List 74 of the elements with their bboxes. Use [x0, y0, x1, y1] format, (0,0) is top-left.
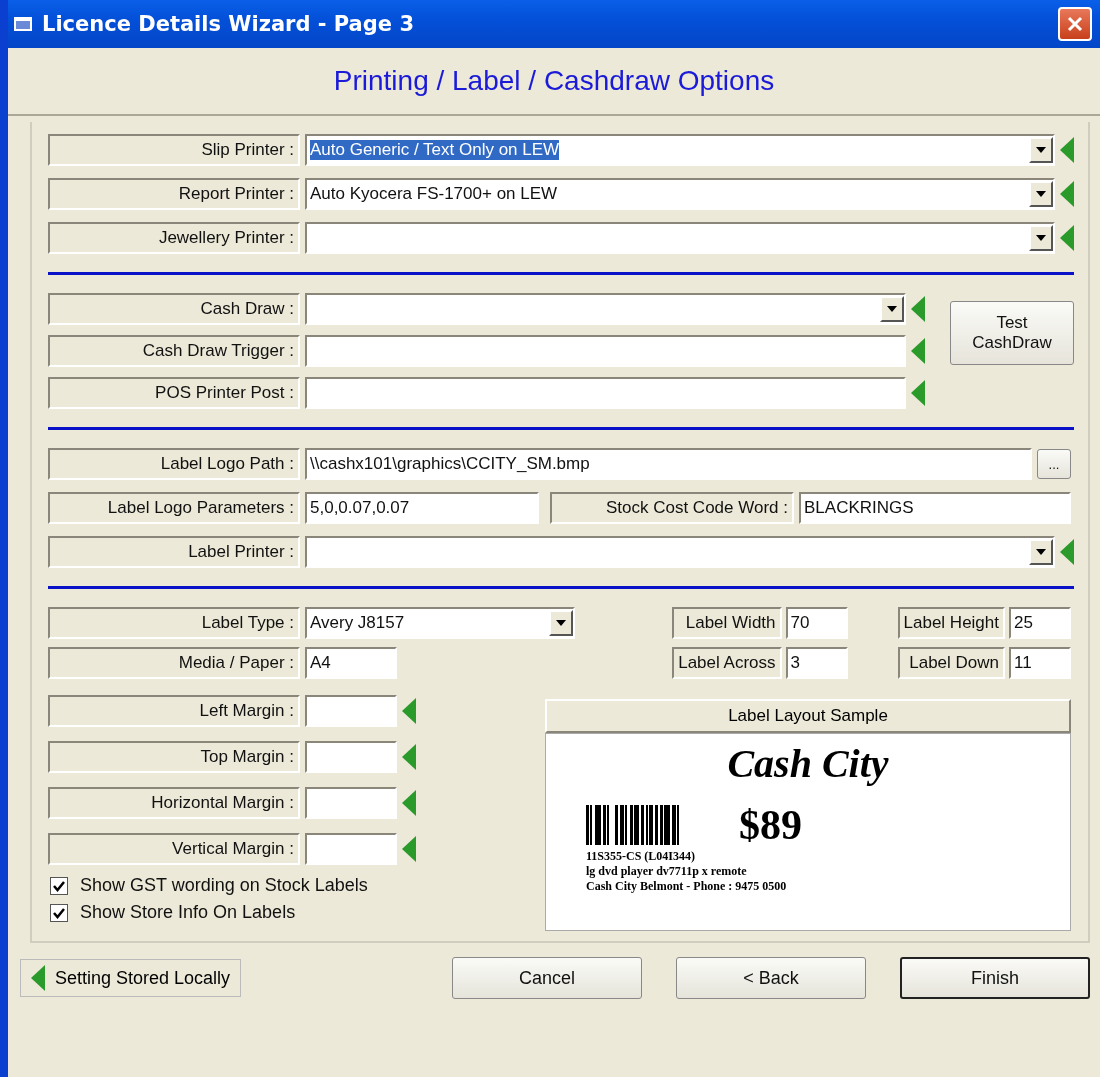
- panel-title: Label Layout Sample: [545, 699, 1071, 733]
- field-label: Label Height: [897, 607, 1005, 639]
- field-label: Report Printer :: [48, 178, 300, 210]
- field-label: Label Across: [672, 647, 782, 679]
- checkbox-label: Show GST wording on Stock Labels: [80, 875, 368, 896]
- input-field[interactable]: 3: [785, 647, 848, 679]
- input-field[interactable]: 70: [785, 607, 848, 639]
- input-field[interactable]: [305, 335, 906, 367]
- caret-icon: [1036, 549, 1046, 555]
- caret-icon: [556, 620, 566, 626]
- dropdown-button[interactable]: [549, 610, 573, 636]
- dropdown-field[interactable]: [305, 222, 1055, 254]
- field-label: Horizontal Margin :: [48, 787, 300, 819]
- field-label: Label Logo Parameters :: [48, 492, 300, 524]
- dropdown-field[interactable]: Avery J8157: [305, 607, 575, 639]
- wizard-button[interactable]: < Back: [676, 957, 866, 999]
- price-text: $89: [739, 801, 802, 849]
- input-field[interactable]: 11: [1009, 647, 1071, 679]
- caret-icon: [1036, 191, 1046, 197]
- dropdown-button[interactable]: [880, 296, 904, 322]
- input-field[interactable]: [305, 787, 397, 819]
- dropdown-button[interactable]: [1029, 539, 1053, 565]
- field-label: Slip Printer :: [48, 134, 300, 166]
- dropdown-field[interactable]: [305, 536, 1055, 568]
- field-label: Label Down: [897, 647, 1005, 679]
- wizard-button[interactable]: Finish: [900, 957, 1090, 999]
- dropdown-field[interactable]: [305, 293, 906, 325]
- local-setting-icon: [31, 965, 45, 991]
- field-label: Stock Cost Code Word :: [550, 492, 794, 524]
- store-info: Cash City Belmont - Phone : 9475 0500: [586, 879, 788, 894]
- input-field[interactable]: \\cashx101\graphics\CCITY_SM.bmp: [305, 448, 1032, 480]
- dropdown-button[interactable]: [1029, 181, 1053, 207]
- dropdown-button[interactable]: [1029, 225, 1053, 251]
- input-field[interactable]: [305, 833, 397, 865]
- browse-button[interactable]: ...: [1037, 449, 1071, 479]
- field-label: Left Margin :: [48, 695, 300, 727]
- field-label: Label Printer :: [48, 536, 300, 568]
- field-label: Label Logo Path :: [48, 448, 300, 480]
- input-field[interactable]: [305, 695, 397, 727]
- field-label: Cash Draw :: [48, 293, 300, 325]
- input-field[interactable]: BLACKRINGS: [799, 492, 1071, 524]
- dropdown-button[interactable]: [1029, 137, 1053, 163]
- input-field[interactable]: [305, 741, 397, 773]
- wizard-button[interactable]: Cancel: [452, 957, 642, 999]
- store-name: Cash City: [727, 740, 889, 787]
- field-label: Jewellery Printer :: [48, 222, 300, 254]
- field-label: POS Printer Post :: [48, 377, 300, 409]
- field-label: Label Width: [672, 607, 782, 639]
- page-heading: Printing / Label / Cashdraw Options: [333, 65, 775, 97]
- checkbox-label: Show Store Info On Labels: [80, 902, 296, 923]
- item-description: lg dvd player dv7711p x remote: [586, 864, 748, 879]
- field-label: Label Type :: [48, 607, 300, 639]
- input-field[interactable]: 5,0,0.07,0.07: [305, 492, 539, 524]
- caret-icon: [887, 306, 897, 312]
- window-icon: [14, 17, 32, 31]
- field-label: Cash Draw Trigger :: [48, 335, 300, 367]
- legend-text: Setting Stored Locally: [55, 967, 231, 989]
- dropdown-field[interactable]: Auto Generic / Text Only on LEW: [305, 134, 1055, 166]
- caret-icon: [1036, 147, 1046, 153]
- field-label: Vertical Margin :: [48, 833, 300, 865]
- close-button[interactable]: [1058, 7, 1092, 41]
- checkbox[interactable]: [50, 903, 68, 922]
- field-label: Media / Paper :: [48, 647, 300, 679]
- input-field[interactable]: A4: [305, 647, 397, 679]
- window-title: Licence Details Wizard - Page 3: [42, 12, 415, 36]
- caret-icon: [1036, 235, 1046, 241]
- input-field[interactable]: 25: [1009, 607, 1071, 639]
- test-cashdraw-button[interactable]: Test CashDraw: [950, 301, 1074, 365]
- field-label: Top Margin :: [48, 741, 300, 773]
- item-code: 11S355-CS (L04I344): [586, 849, 696, 864]
- input-field[interactable]: [305, 377, 906, 409]
- checkbox[interactable]: [50, 876, 68, 895]
- close-icon: [1067, 16, 1083, 32]
- dropdown-field[interactable]: Auto Kyocera FS-1700+ on LEW: [305, 178, 1055, 210]
